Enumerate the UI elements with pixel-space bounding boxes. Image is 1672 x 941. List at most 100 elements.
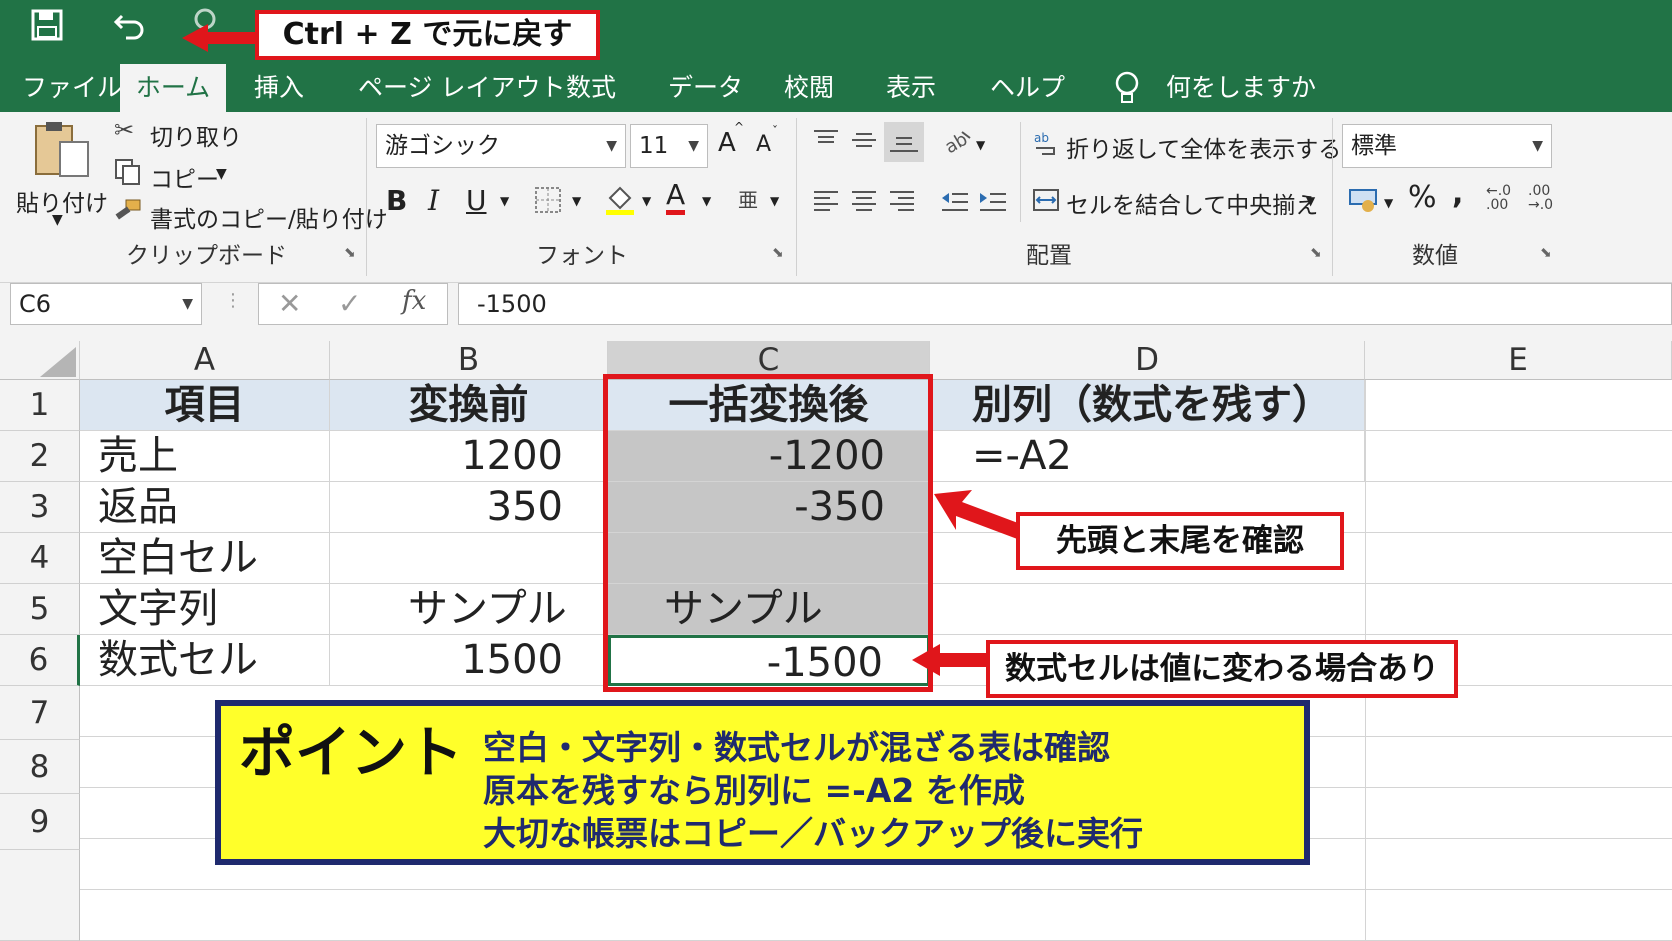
chevron-down-icon: ▼ [182,296,193,312]
decrease-decimal-icon[interactable]: .00 →.0 [1528,184,1553,212]
cell-a2[interactable]: 売上 [80,431,330,482]
merge-center-button[interactable]: セルを結合して中央揃え [1066,186,1318,220]
tab-home[interactable]: ホーム [120,64,226,112]
row-header[interactable]: 6 [0,635,80,686]
currency-dropdown-icon[interactable]: ▼ [1384,196,1393,210]
number-launcher-icon[interactable]: ⬊ [1540,245,1552,261]
font-color-dropdown-icon[interactable]: ▼ [702,194,711,208]
undo-icon[interactable] [112,8,148,53]
cell-b1[interactable]: 変換前 [330,380,608,431]
cell-b6[interactable]: 1500 [330,635,608,686]
tab-help[interactable]: ヘルプ [974,64,1081,112]
phonetic-icon[interactable]: 亜 [738,184,758,213]
fill-color-icon[interactable] [604,182,636,222]
paste-dropdown-icon[interactable]: ▼ [52,212,63,228]
column-header-a[interactable]: A [80,341,330,380]
row-header[interactable]: 5 [0,584,80,635]
cell-a6[interactable]: 数式セル [80,635,330,686]
align-middle-icon[interactable] [850,128,878,158]
cell-b5[interactable]: サンプル [330,584,608,635]
save-icon[interactable] [30,8,64,53]
name-box[interactable]: C6 ▼ [10,283,202,325]
tab-review[interactable]: 校閲 [768,64,850,112]
alignment-launcher-icon[interactable]: ⬊ [1310,245,1322,261]
decrease-indent-icon[interactable] [940,188,970,222]
font-launcher-icon[interactable]: ⬊ [772,245,784,261]
row-header[interactable]: 1 [0,380,80,431]
shrink-font-button[interactable]: A [756,132,771,157]
name-box-value: C6 [19,290,52,318]
underline-dropdown-icon[interactable]: ▼ [500,194,509,208]
column-header-b[interactable]: B [330,341,608,380]
currency-icon[interactable] [1348,186,1380,220]
callout-arrow [934,490,1026,540]
align-bottom-icon[interactable] [884,122,924,162]
select-all-corner[interactable] [0,341,80,380]
tell-me-search[interactable]: 何をしますか [1150,64,1332,112]
tab-formulas[interactable]: 数式 [550,64,632,112]
cell-b2[interactable]: 1200 [330,431,608,482]
row-header[interactable]: 3 [0,482,80,533]
insert-function-button[interactable]: fx [402,286,426,316]
bold-button[interactable]: B [386,184,407,217]
cell-b3[interactable]: 350 [330,482,608,533]
wrap-text-button[interactable]: 折り返して全体を表示する [1066,130,1341,164]
column-header-e[interactable]: E [1365,341,1672,380]
tab-view[interactable]: 表示 [870,64,952,112]
copy-dropdown-icon[interactable]: ▼ [216,166,227,182]
italic-button[interactable]: I [428,184,439,217]
phonetic-dropdown-icon[interactable]: ▼ [770,194,779,208]
row-header[interactable]: 4 [0,533,80,584]
borders-dropdown-icon[interactable]: ▼ [572,194,581,208]
tab-insert[interactable]: 挿入 [238,64,320,112]
clipboard-launcher-icon[interactable]: ⬊ [344,245,356,261]
align-center-icon[interactable] [850,188,878,222]
row-header[interactable]: 9 [0,794,80,850]
cell-b4[interactable] [330,533,608,584]
font-name-select[interactable]: 游ゴシック ▼ [376,124,626,168]
percent-button[interactable]: % [1408,180,1437,215]
tab-data[interactable]: データ [652,64,759,112]
column-header-d[interactable]: D [930,341,1365,380]
cell-a1[interactable]: 項目 [80,380,330,431]
cell-a5[interactable]: 文字列 [80,584,330,635]
align-right-icon[interactable] [888,188,916,222]
underline-button[interactable]: U [466,184,487,217]
format-painter-button[interactable]: 書式のコピー/貼り付け [150,200,388,234]
chevron-down-icon: ▼ [1532,138,1543,154]
row-header[interactable]: 2 [0,431,80,482]
fill-color-dropdown-icon[interactable]: ▼ [642,194,651,208]
comma-button[interactable]: , [1452,176,1463,211]
number-format-select[interactable]: 標準 ▼ [1342,124,1552,168]
clipboard-paste-icon[interactable] [30,118,94,186]
row-header[interactable]: 8 [0,740,80,794]
formula-bar-grip-icon[interactable]: ⋮ [224,290,242,311]
increase-indent-icon[interactable] [978,188,1008,222]
cell-d2[interactable]: =-A2 [930,431,1365,482]
align-left-icon[interactable] [812,188,840,222]
merge-dropdown-icon[interactable]: ▼ [1306,194,1315,208]
cut-button[interactable]: 切り取り [150,118,242,152]
column-c-highlight [603,374,933,692]
orientation-dropdown-icon[interactable]: ▼ [976,138,985,152]
formula-note-callout: 数式セルは値に変わる場合あり [986,640,1458,698]
orientation-icon[interactable]: ab [941,128,974,162]
tab-page-layout[interactable]: ページ レイアウト [342,64,581,112]
cell-a4[interactable]: 空白セル [80,533,330,584]
enter-icon[interactable]: ✓ [338,287,361,320]
cancel-icon[interactable]: ✕ [278,287,301,320]
align-top-icon[interactable] [812,128,840,158]
formula-input-value: -1500 [477,290,547,318]
formula-input[interactable]: -1500 [458,283,1672,325]
point-line: 原本を残すなら別列に =-A2 を作成 [483,771,1025,810]
borders-icon[interactable] [534,186,562,220]
font-color-button[interactable]: A [666,180,686,215]
alignment-group-label: 配置 [1026,243,1072,269]
cell-d1[interactable]: 別列（数式を残す） [930,380,1365,431]
tab-file[interactable]: ファイル [6,64,138,112]
row-header[interactable]: 7 [0,686,80,740]
cell-a3[interactable]: 返品 [80,482,330,533]
copy-button[interactable]: コピー [150,160,219,194]
font-size-select[interactable]: 11 ▼ [630,124,708,168]
increase-decimal-icon[interactable]: ←.0.00 [1486,184,1511,212]
